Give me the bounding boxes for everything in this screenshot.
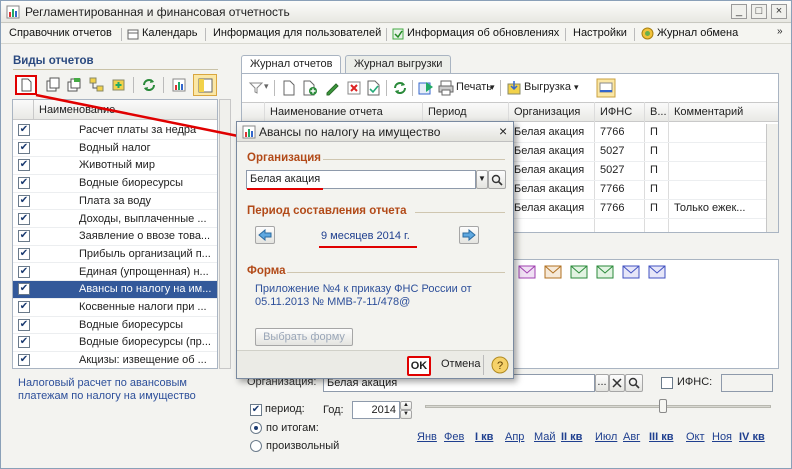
magnifier-icon	[491, 174, 503, 186]
annotation-underline	[247, 188, 323, 190]
arrow-left-icon	[258, 228, 272, 242]
section-divider	[287, 272, 505, 273]
dialog-title-bar: Авансы по налогу на имущество ×	[237, 122, 513, 142]
form-description: Приложение №4 к приказу ФНС России от 05…	[255, 283, 472, 308]
dialog-org-field[interactable]: Белая акация	[246, 170, 476, 189]
dialog-org-search-button[interactable]	[488, 170, 506, 189]
org-section-label: Организация	[247, 152, 321, 164]
period-next-button[interactable]	[459, 226, 479, 244]
footer-separator	[483, 355, 484, 375]
svg-text:?: ?	[497, 360, 503, 372]
period-prev-button[interactable]	[255, 226, 275, 244]
section-divider	[323, 159, 505, 160]
form-section-label: Форма	[247, 265, 286, 277]
report-app-icon	[242, 125, 256, 139]
period-value[interactable]: 9 месяцев 2014 г.	[321, 230, 410, 242]
dialog-close-icon[interactable]: ×	[499, 123, 507, 139]
dialog-org-dropdown-button[interactable]: ▼	[476, 170, 488, 189]
new-report-dialog: Авансы по налогу на имущество × Организа…	[236, 121, 514, 379]
annotation-underline	[319, 246, 417, 248]
period-section-label: Период составления отчета	[247, 205, 407, 217]
choose-form-button[interactable]: Выбрать форму	[255, 328, 353, 346]
cancel-button[interactable]: Отмена	[441, 358, 480, 370]
dialog-title: Авансы по налогу на имущество	[259, 125, 441, 139]
ok-button[interactable]: OK	[407, 356, 431, 376]
dialog-footer: OK Отмена ?	[237, 350, 513, 378]
section-divider	[415, 212, 505, 213]
help-icon[interactable]: ?	[491, 356, 509, 374]
arrow-right-icon	[462, 228, 476, 242]
